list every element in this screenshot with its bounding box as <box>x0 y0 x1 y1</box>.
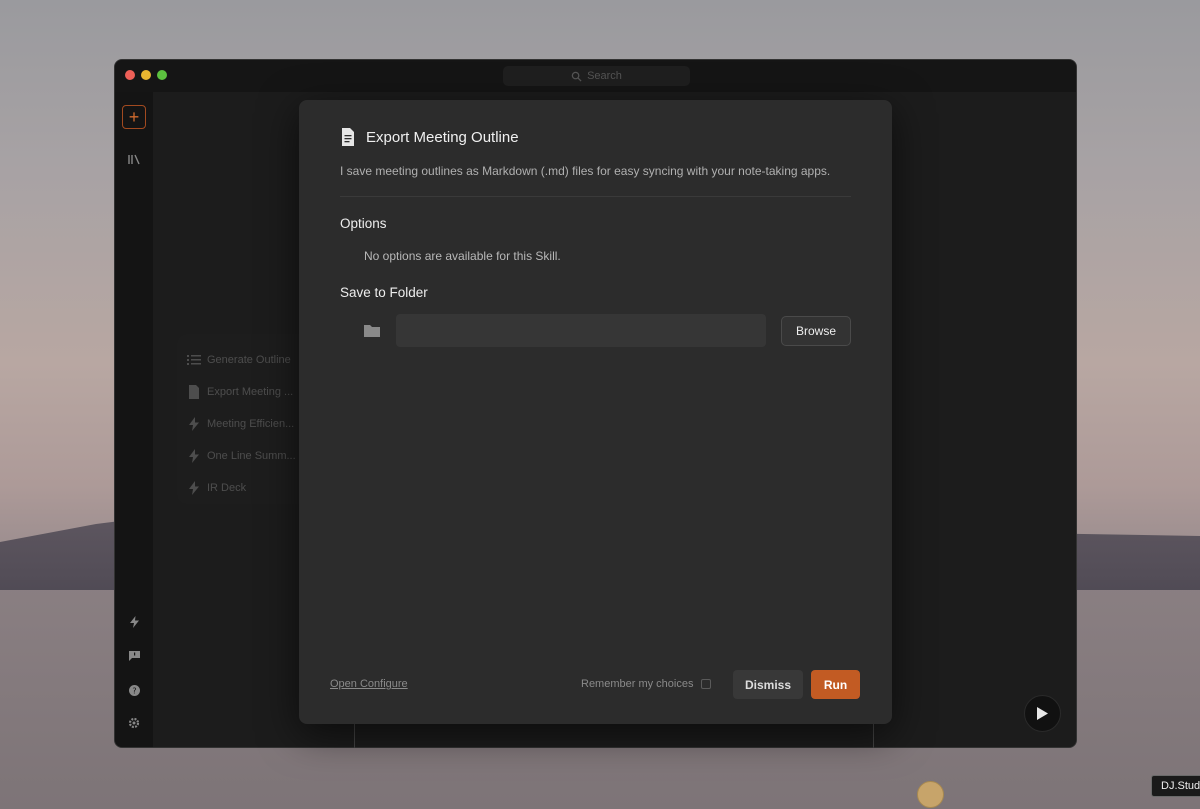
skill-item[interactable]: One Line Summ... <box>177 440 307 472</box>
feedback-button[interactable] <box>122 644 146 668</box>
folder-icon <box>364 325 380 337</box>
bolt-icon <box>129 616 139 628</box>
save-folder-heading: Save to Folder <box>340 285 428 300</box>
dialog-title: Export Meeting Outline <box>366 128 519 146</box>
dismiss-button[interactable]: Dismiss <box>733 670 803 699</box>
divider <box>340 196 851 197</box>
library-icon <box>127 154 140 164</box>
bolt-icon <box>189 481 199 495</box>
search-icon <box>571 71 582 82</box>
open-configure-link[interactable]: Open Configure <box>330 678 408 690</box>
run-button[interactable]: Run <box>811 670 860 699</box>
help-icon: ? <box>128 684 140 696</box>
remember-label: Remember my choices <box>581 678 694 690</box>
skill-item[interactable]: IR Deck <box>177 472 307 504</box>
list-icon <box>187 355 201 365</box>
sidebar: + ? <box>115 92 153 747</box>
close-window-button[interactable] <box>125 70 135 80</box>
export-dialog: Export Meeting Outline I save meeting ou… <box>299 100 892 724</box>
skill-label: Export Meeting ... <box>207 386 294 398</box>
dock-icon[interactable] <box>917 781 944 808</box>
skill-label: IR Deck <box>207 482 247 494</box>
help-button[interactable]: ? <box>122 678 146 702</box>
bolt-icon <box>189 417 199 431</box>
browse-button[interactable]: Browse <box>781 316 851 346</box>
options-empty-text: No options are available for this Skill. <box>364 249 561 263</box>
panel-divider <box>354 724 355 748</box>
gear-icon <box>128 717 140 729</box>
titlebar: Search <box>115 60 1076 92</box>
dialog-description: I save meeting outlines as Markdown (.md… <box>340 164 831 178</box>
options-heading: Options <box>340 216 387 231</box>
skill-list: Generate Outline Export Meeting ... Meet… <box>177 334 307 504</box>
skill-item[interactable]: Meeting Efficien... <box>177 408 307 440</box>
skill-item[interactable]: Generate Outline <box>177 344 307 376</box>
svg-text:?: ? <box>132 686 136 695</box>
folder-path-input[interactable] <box>396 314 766 347</box>
remember-checkbox[interactable] <box>701 679 712 689</box>
skill-label: One Line Summ... <box>207 450 296 462</box>
chat-icon <box>128 651 140 661</box>
settings-button[interactable] <box>122 711 146 735</box>
skill-label: Generate Outline <box>207 354 291 366</box>
remember-choices[interactable]: Remember my choices <box>581 678 712 690</box>
dialog-header: Export Meeting Outline <box>340 128 519 146</box>
document-icon <box>189 385 199 399</box>
play-icon <box>1037 707 1048 720</box>
skills-button[interactable] <box>122 610 146 634</box>
play-button[interactable] <box>1024 695 1061 732</box>
document-icon <box>342 128 354 146</box>
bolt-icon <box>189 449 199 463</box>
corner-app-label[interactable]: DJ.Stud <box>1151 775 1200 797</box>
search-bar[interactable]: Search <box>503 66 690 86</box>
minimize-window-button[interactable] <box>141 70 151 80</box>
skill-label: Meeting Efficien... <box>207 418 295 430</box>
library-button[interactable] <box>122 147 146 171</box>
zoom-window-button[interactable] <box>157 70 167 80</box>
panel-divider <box>873 724 874 748</box>
plus-icon: + <box>128 106 140 127</box>
new-button[interactable]: + <box>122 105 146 129</box>
search-placeholder: Search <box>587 70 622 82</box>
skill-item[interactable]: Export Meeting ... <box>177 376 307 408</box>
